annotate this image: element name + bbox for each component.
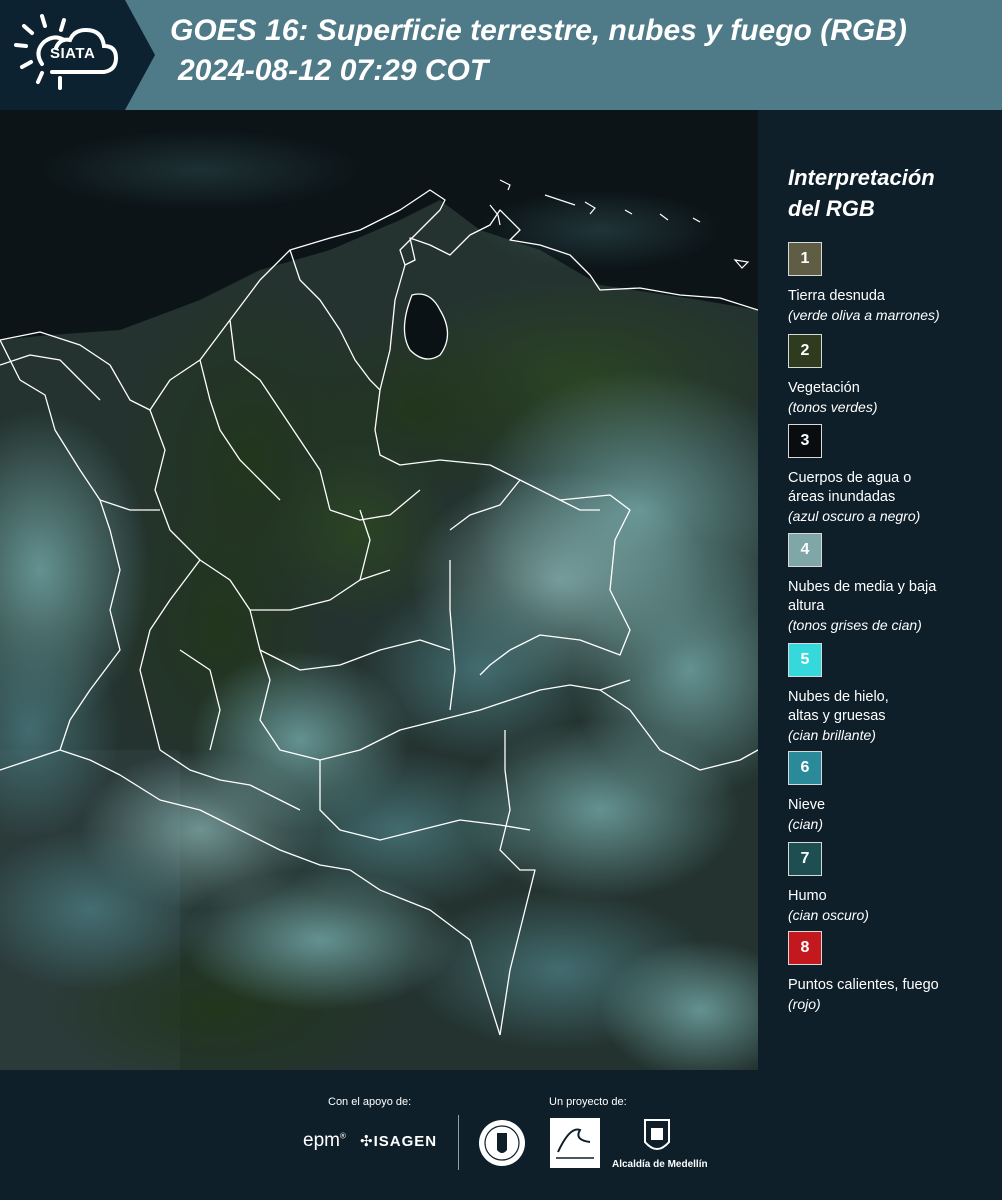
university-seal-icon [479, 1120, 525, 1166]
legend-title-line1: Interpretación [788, 165, 935, 190]
legend-swatch: 7 [788, 842, 822, 876]
legend-item-mid-low-clouds: 4 Nubes de media y baja altura (tonos gr… [788, 533, 998, 635]
legend-swatch: 4 [788, 533, 822, 567]
page-title: GOES 16: Superficie terrestre, nubes y f… [170, 14, 907, 47]
satellite-image [0, 110, 758, 1070]
legend-item-name: Nieve [788, 797, 826, 813]
area-metropolitana-logo [550, 1118, 600, 1168]
footer-divider [458, 1115, 459, 1170]
isagen-text: ISAGEN [373, 1133, 438, 1150]
legend-item-desc: (rojo) [788, 996, 821, 1012]
legend-item-smoke: 7 Humo (cian oscuro) [788, 842, 998, 925]
project-label: Un proyecto de: [549, 1096, 627, 1108]
satellite-map [0, 110, 758, 1070]
legend-item-name: Humo [788, 888, 827, 904]
legend-item-snow: 6 Nieve (cian) [788, 751, 998, 834]
legend-item-desc: (verde oliva a marrones) [788, 307, 940, 323]
legend-title-line2: del RGB [788, 196, 875, 221]
epm-text: epm [303, 1130, 340, 1151]
footer: Con el apoyo de: Un proyecto de: epm® ✣I… [0, 1070, 1002, 1200]
header: SIATA GOES 16: Superficie terrestre, nub… [0, 0, 1002, 110]
legend-item-desc: (cian) [788, 816, 824, 832]
legend-item-water: 3 Cuerpos de agua o áreas inundadas (azu… [788, 424, 998, 526]
legend-item-name: Tierra desnuda [788, 288, 885, 304]
support-label: Con el apoyo de: [328, 1096, 412, 1108]
legend-item-desc: (cian oscuro) [788, 907, 869, 923]
legend-item-desc: (tonos grises de cian) [788, 617, 922, 633]
isagen-logo: ✣ISAGEN [360, 1133, 438, 1150]
legend-item-desc: (cian brillante) [788, 727, 876, 743]
legend-item-desc: (tonos verdes) [788, 399, 878, 415]
logo-text: SIATA [50, 45, 96, 62]
timestamp: 2024-08-12 07:29 COT [178, 54, 489, 87]
legend-item-vegetation: 2 Vegetación (tonos verdes) [788, 334, 998, 417]
legend-item-name: Nubes de media y baja altura [788, 579, 937, 614]
legend-item-name: Vegetación [788, 380, 860, 396]
legend-title: Interpretación del RGB [788, 162, 935, 224]
legend-swatch: 2 [788, 334, 822, 368]
medellin-label: Alcaldía de Medellín [612, 1159, 708, 1170]
legend-item-name: Nubes de hielo, altas y gruesas [788, 689, 889, 724]
legend-item-fire: 8 Puntos calientes, fuego (rojo) [788, 931, 998, 1014]
siata-logo: SIATA [0, 0, 155, 110]
legend-item-bare-soil: 1 Tierra desnuda (verde oliva a marrones… [788, 242, 998, 325]
legend-swatch: 5 [788, 643, 822, 677]
legend-item-desc: (azul oscuro a negro) [788, 508, 921, 524]
legend-item-name: Cuerpos de agua o áreas inundadas [788, 470, 912, 505]
legend-swatch: 8 [788, 931, 822, 965]
epm-logo: epm® [303, 1130, 346, 1151]
legend-panel: Interpretación del RGB 1 Tierra desnuda … [760, 110, 1002, 1070]
legend-swatch: 1 [788, 242, 822, 276]
legend-item-name: Puntos calientes, fuego [788, 977, 939, 993]
medellin-shield-icon [644, 1119, 670, 1150]
legend-item-ice-clouds: 5 Nubes de hielo, altas y gruesas (cian … [788, 643, 998, 745]
legend-swatch: 6 [788, 751, 822, 785]
legend-swatch: 3 [788, 424, 822, 458]
